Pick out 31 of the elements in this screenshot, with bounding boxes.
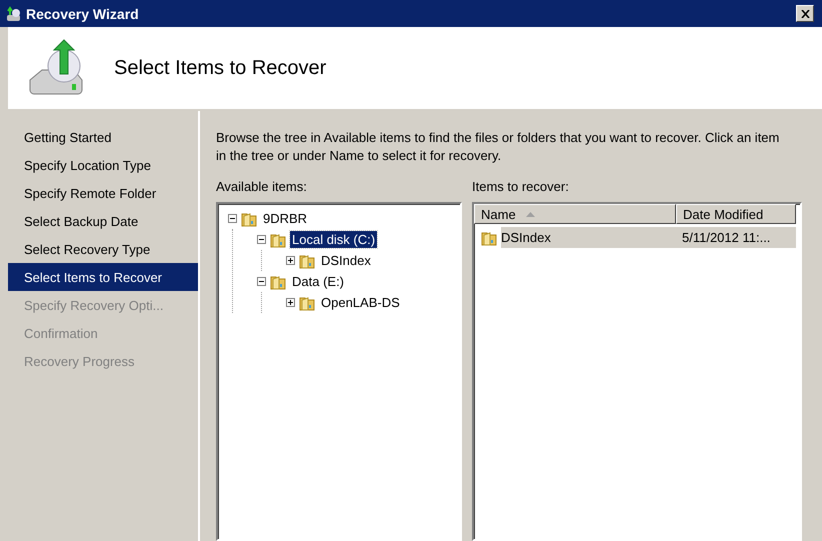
tree-item[interactable]: OpenLAB-DS [319,294,402,311]
collapse-icon[interactable] [228,214,237,223]
items-to-recover-label: Items to recover: [472,179,570,194]
available-items-label: Available items: [216,179,308,194]
tree-item[interactable]: Data (E:) [290,273,346,290]
window-title: Recovery Wizard [26,6,140,22]
wizard-step[interactable]: Specify Remote Folder [8,179,198,207]
list-view[interactable]: Name Date Modified DSIndex 5/11/2012 11:... [472,202,802,541]
collapse-icon[interactable] [257,235,266,244]
table-cell: 5/11/2012 11:... [676,227,796,248]
wizard-step[interactable]: Select Items to Recover [8,263,198,291]
close-button[interactable] [796,5,814,22]
column-header[interactable]: Name [474,204,676,224]
tree-item[interactable]: 9DRBR [261,210,310,227]
app-icon [6,6,22,22]
instructions-text: Browse the tree in Available items to find the files or folders that you want to recover. Click an item in the tree or under Name to select it for recovery. [216,129,780,165]
tree-item[interactable]: Local disk (C:) [290,231,378,248]
wizard-step[interactable]: Getting Started [8,123,198,151]
list-item[interactable]: DSIndex [501,227,676,248]
close-icon [800,10,810,18]
wizard-step[interactable]: Select Backup Date [8,207,198,235]
expand-icon[interactable] [286,298,295,307]
sort-ascending-icon [526,212,535,216]
page-title: Select Items to Recover [114,56,326,80]
column-header[interactable]: Date Modified [676,204,796,224]
collapse-icon[interactable] [257,277,266,286]
tree-item[interactable]: DSIndex [319,252,373,269]
wizard-step[interactable]: Select Recovery Type [8,235,198,263]
tree-view[interactable]: 9DRBR Local disk (C:) DSIndex Data (E:) OpenLAB-DS [216,202,462,541]
expand-icon[interactable] [286,256,295,265]
wizard-step[interactable]: Specify Location Type [8,151,198,179]
